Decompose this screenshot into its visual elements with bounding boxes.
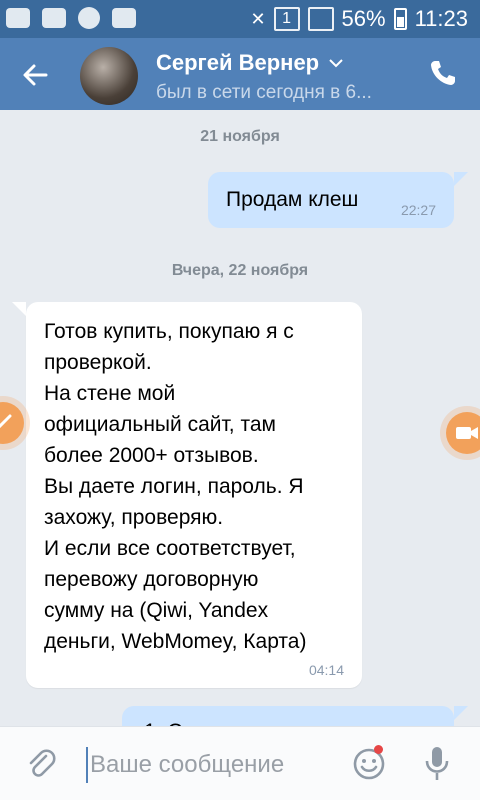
message-input[interactable]: [90, 745, 330, 785]
bubble-tail: [454, 706, 468, 720]
phone-call-button[interactable]: [428, 58, 458, 88]
microphone-icon[interactable]: [424, 745, 450, 783]
mute-icon: ✕: [250, 8, 266, 29]
contact-name: Сергей Вернер: [156, 50, 320, 75]
chat-header: Сергей Вернер был в сети сегодня в 6...: [0, 38, 480, 110]
battery-percent: 56%: [341, 6, 386, 31]
flag-icon: [78, 7, 100, 29]
status-indicators: ✕ 1 56% 11:23: [250, 6, 468, 32]
outgoing-message[interactable]: 1. Сначала при...: [122, 706, 454, 726]
chat-notification-icon: [6, 8, 30, 28]
text-cursor: [86, 747, 88, 783]
bubble-tail: [12, 302, 26, 316]
message-list[interactable]: 21 ноября Продам клеш 22:27 Вчера, 22 но…: [0, 110, 480, 726]
paperclip-icon[interactable]: [24, 747, 58, 781]
video-camera-icon: [456, 427, 478, 439]
brush-icon: [0, 414, 12, 429]
app-notification-icon: [112, 8, 136, 28]
message-composer: [0, 726, 480, 800]
message-time: 04:14: [308, 662, 344, 678]
message-text: 1. Сначала при...: [144, 716, 310, 726]
bubble-tail: [454, 172, 468, 186]
message-text: Готов купить, покупаю я с проверкой. На …: [44, 320, 307, 653]
battery-icon: [393, 8, 407, 30]
last-seen-status: был в сети сегодня в 6...: [156, 82, 372, 103]
arrow-left-icon: [23, 64, 48, 86]
message-time: 22:27: [400, 202, 436, 218]
sticker-brush-button[interactable]: [0, 402, 24, 444]
message-text: Продам клеш: [226, 188, 359, 211]
video-message-button[interactable]: [446, 412, 480, 454]
sim-badge: 1: [273, 7, 300, 31]
clock: 11:23: [414, 6, 468, 31]
status-bar: ✕ 1 56% 11:23: [0, 0, 480, 38]
emoji-notification-dot: [374, 745, 383, 754]
incoming-message[interactable]: Готов купить, покупаю я с проверкой. На …: [26, 302, 362, 688]
avatar[interactable]: [80, 47, 138, 105]
contact-title[interactable]: Сергей Вернер: [156, 50, 343, 76]
signal-icon: [307, 7, 334, 31]
outgoing-message[interactable]: Продам клеш 22:27: [208, 172, 454, 228]
video-notification-icon: [42, 8, 66, 28]
date-separator: Вчера, 22 ноября: [171, 262, 309, 279]
date-separator: 21 ноября: [200, 128, 280, 145]
chevron-down-icon: [329, 59, 343, 68]
back-button[interactable]: [18, 58, 52, 92]
notification-icons: [6, 7, 136, 29]
